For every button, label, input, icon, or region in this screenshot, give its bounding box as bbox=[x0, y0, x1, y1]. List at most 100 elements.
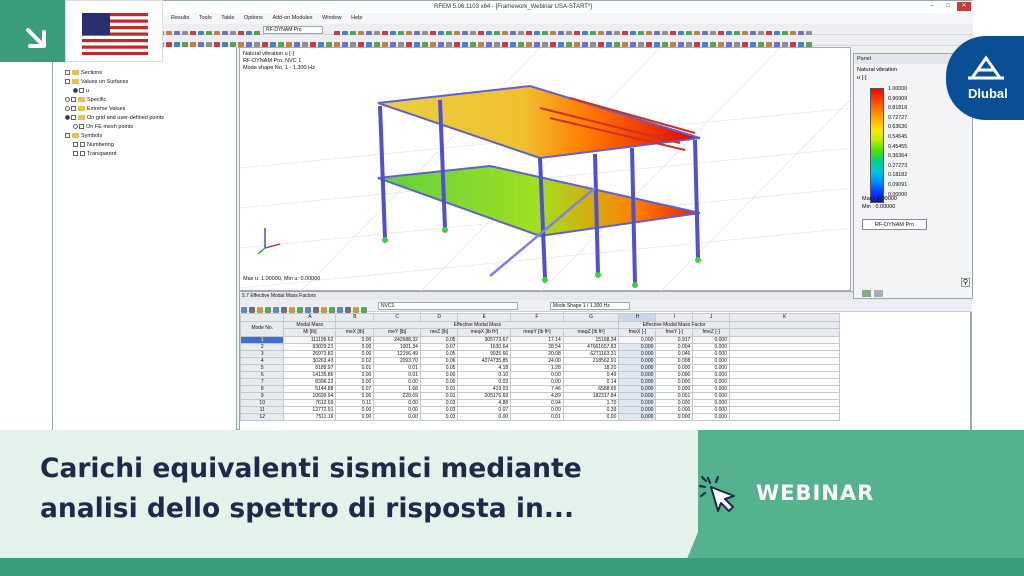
table-row[interactable]: 1 111199.62 0.00 242688.32 0.05 305773.67 17.1… bbox=[240, 335, 840, 344]
table-cell[interactable]: 7.46 bbox=[510, 384, 564, 393]
table-cell[interactable]: 93029.21 bbox=[283, 342, 337, 351]
table-cell[interactable]: 111199.62 bbox=[283, 335, 337, 344]
table-row[interactable]: 11 12772.91 0.00 0.00 0.03 0.07 0.00 0.39 0.000 0… bbox=[240, 405, 840, 414]
menu-table[interactable]: Table bbox=[221, 13, 234, 24]
table-cell[interactable]: 0.00 bbox=[373, 398, 421, 407]
table-cell[interactable]: 14135.86 bbox=[283, 370, 337, 379]
table-cell[interactable]: 1.70 bbox=[562, 398, 620, 407]
table-cell[interactable]: 7612.69 bbox=[283, 398, 337, 407]
menu-results[interactable]: Results bbox=[171, 13, 189, 24]
table-cell[interactable]: 0.000 bbox=[692, 405, 730, 414]
mode-number-cell[interactable]: 3 bbox=[240, 349, 285, 358]
table-cell[interactable]: 2093.70 bbox=[373, 356, 421, 365]
table-cell[interactable]: 6588.65 bbox=[562, 384, 620, 393]
column-letter-i[interactable]: I bbox=[655, 313, 694, 322]
table-row[interactable]: 5 8189.97 0.01 0.01 0.05 4.18 1.28 18.20 0.000 0.… bbox=[240, 363, 840, 372]
table-row[interactable]: 7 8396.22 0.00 0.00 0.00 0.03 0.00 0.14 0.000 0.0… bbox=[240, 377, 840, 386]
table-cell[interactable]: 1001.34 bbox=[373, 342, 421, 351]
mode-number-cell[interactable]: 9 bbox=[240, 391, 285, 400]
table-cell[interactable]: 228.69 bbox=[373, 391, 421, 400]
mode-shape-combo[interactable]: Mode Shape 1 / 1.300 Hz bbox=[550, 302, 630, 310]
table-cell[interactable]: 0.00 bbox=[510, 370, 564, 379]
table-cell[interactable]: 9935.66 bbox=[457, 349, 512, 358]
column-letter-c[interactable]: C bbox=[373, 313, 421, 322]
nav-item-grid-points[interactable]: On grid and user-defined points bbox=[65, 114, 164, 122]
column-letter-b[interactable]: B bbox=[335, 313, 375, 322]
table-cell[interactable]: 0.000 bbox=[692, 349, 730, 358]
panel-tab-icon[interactable] bbox=[874, 290, 883, 297]
table-cell[interactable]: 0.05 bbox=[419, 349, 459, 358]
table-cell[interactable]: 4374735.85 bbox=[457, 356, 512, 365]
table-cell[interactable]: 0.000 bbox=[692, 342, 730, 351]
table-cell[interactable]: 0.94 bbox=[510, 398, 564, 407]
table-cell[interactable]: 0.000 bbox=[618, 398, 657, 407]
nav-item-fe-mesh-points[interactable]: On FE mesh points bbox=[73, 123, 133, 131]
column-letter-k[interactable]: K bbox=[729, 313, 840, 322]
nav-item-symbols[interactable]: Symbols bbox=[65, 132, 102, 140]
table-cell[interactable]: 6271163.31 bbox=[562, 349, 620, 358]
table-cell[interactable]: 0.000 bbox=[692, 377, 730, 386]
table-cell[interactable]: 26073.82 bbox=[283, 349, 337, 358]
table-cell[interactable]: 0.000 bbox=[618, 384, 657, 393]
column-letter-f[interactable]: F bbox=[510, 313, 564, 322]
table-cell[interactable]: 0.00 bbox=[335, 370, 375, 379]
table-cell[interactable]: 0.00 bbox=[457, 412, 512, 421]
table-cell[interactable]: 24.00 bbox=[510, 356, 564, 365]
table-cell[interactable]: 0.000 bbox=[618, 349, 657, 358]
table-cell[interactable]: 218562.91 bbox=[562, 356, 620, 365]
table-cell[interactable]: 1630.64 bbox=[457, 342, 512, 351]
table-cell[interactable]: 0.000 bbox=[618, 370, 657, 379]
table-cell[interactable]: 0.000 bbox=[655, 405, 694, 414]
table-cell[interactable]: 0.000 bbox=[655, 384, 694, 393]
table-row[interactable]: 6 14135.86 0.00 0.01 0.00 0.10 0.00 0.49 0.000 0.… bbox=[240, 370, 840, 379]
table-cell[interactable]: 0.01 bbox=[373, 370, 421, 379]
table-cell[interactable]: 0.00 bbox=[335, 335, 375, 344]
menu-window[interactable]: Window bbox=[322, 13, 342, 24]
column-letter-a[interactable]: A bbox=[283, 313, 337, 322]
table-cell[interactable]: 0.01 bbox=[510, 412, 564, 421]
table-cell[interactable]: 30263.43 bbox=[283, 356, 337, 365]
table-cell[interactable]: 4.89 bbox=[510, 391, 564, 400]
table-row[interactable]: 10 7612.69 0.11 0.00 0.03 4.88 0.94 1.70 0.000 0.… bbox=[240, 398, 840, 407]
table-cell[interactable]: 7511.16 bbox=[283, 412, 337, 421]
table-cell[interactable]: 0.000 bbox=[618, 342, 657, 351]
table-cell[interactable]: 419.03 bbox=[457, 384, 512, 393]
table-cell[interactable]: 0.00 bbox=[510, 377, 564, 386]
table-cell[interactable]: 0.01 bbox=[335, 363, 375, 372]
menu-add-on-modules[interactable]: Add-on Modules bbox=[272, 13, 312, 24]
table-cell[interactable]: 0.49 bbox=[562, 370, 620, 379]
column-letter-h[interactable]: H bbox=[618, 313, 657, 322]
table-cell[interactable]: 0.000 bbox=[692, 398, 730, 407]
maximize-button[interactable]: □ bbox=[941, 2, 955, 11]
table-cell[interactable]: 0.07 bbox=[419, 342, 459, 351]
table-cell[interactable]: 8189.97 bbox=[283, 363, 337, 372]
table-cell[interactable]: 1.28 bbox=[510, 363, 564, 372]
table-cell[interactable]: 0.03 bbox=[457, 377, 512, 386]
table-cell[interactable]: 47061657.83 bbox=[562, 342, 620, 351]
nav-item-u[interactable]: u bbox=[73, 87, 89, 95]
table-cell[interactable]: 0.00 bbox=[419, 370, 459, 379]
table-cell[interactable]: 0.008 bbox=[655, 356, 694, 365]
table-cell[interactable]: 205176.69 bbox=[457, 391, 512, 400]
mode-number-cell[interactable]: 5 bbox=[240, 363, 285, 372]
table-cell[interactable]: 0.00 bbox=[510, 405, 564, 414]
nav-item-specific[interactable]: Specific bbox=[65, 96, 106, 104]
zoom-icon[interactable]: ⚲ bbox=[961, 278, 970, 287]
table-cell[interactable]: 182317.84 bbox=[562, 391, 620, 400]
table-cell[interactable]: 0.000 bbox=[692, 391, 730, 400]
table-cell[interactable]: 8396.22 bbox=[283, 377, 337, 386]
table-cell[interactable]: 1.68 bbox=[373, 384, 421, 393]
minimize-button[interactable]: – bbox=[925, 2, 939, 11]
table-cell[interactable]: 0.000 bbox=[618, 363, 657, 372]
mode-number-cell[interactable]: 6 bbox=[240, 370, 285, 379]
close-button[interactable]: ✕ bbox=[957, 2, 971, 11]
table-cell[interactable]: 0.000 bbox=[618, 405, 657, 414]
table-cell[interactable]: 0.05 bbox=[419, 335, 459, 344]
table-cell[interactable]: 0.03 bbox=[419, 405, 459, 414]
table-cell[interactable]: 0.00 bbox=[335, 391, 375, 400]
column-letter-g[interactable]: G bbox=[562, 313, 620, 322]
table-cell[interactable]: 0.000 bbox=[655, 398, 694, 407]
module-combo[interactable]: RF-DYNAM Pro bbox=[263, 26, 323, 34]
table-cell[interactable]: 0.39 bbox=[562, 405, 620, 414]
table-cell[interactable]: 0.001 bbox=[655, 391, 694, 400]
